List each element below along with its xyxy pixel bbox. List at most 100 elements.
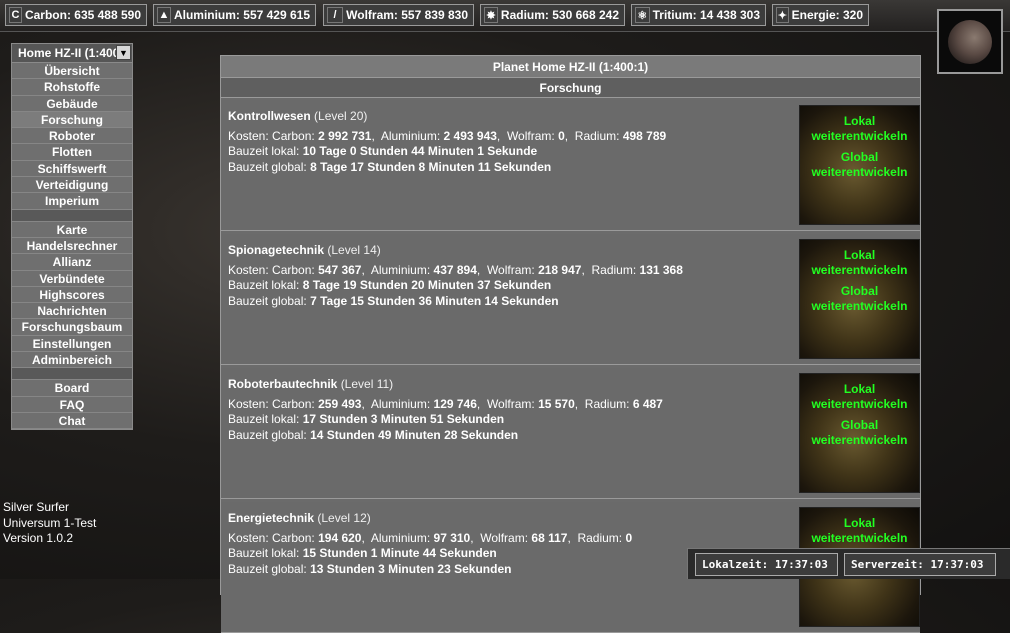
research-level: (Level 11): [340, 377, 394, 391]
wolfram-label: Wolfram:: [480, 530, 529, 545]
upgrade-global-link[interactable]: Globalweiterentwickeln: [811, 418, 907, 448]
research-name: Energietechnik: [228, 511, 315, 525]
cost-label: Kosten:: [228, 128, 269, 143]
chevron-down-icon[interactable]: ▼: [116, 45, 131, 60]
wolfram-cost: 15 570: [538, 396, 575, 411]
wolfram-cost: 218 947: [538, 262, 582, 277]
planet-select-value: Home HZ-II (1:400: [18, 46, 120, 60]
aluminium-label: Aluminium:: [370, 396, 431, 411]
wolfram-label: Wolfram:: [506, 128, 555, 143]
resource-carbon-label: Carbon: 635 488 590: [24, 8, 141, 22]
sidebar-divider: [12, 209, 132, 222]
build-time-local-label: Bauzeit lokal:: [228, 278, 300, 292]
cost-label: Kosten:: [228, 262, 269, 277]
sidebar-item-board[interactable]: Board: [12, 380, 132, 397]
build-time-global: 8 Tage 17 Stunden 8 Minuten 11 Sekunden: [310, 159, 552, 174]
research-level: (Level 14): [327, 243, 381, 257]
sidebar-item-forschungsbaum[interactable]: Forschungsbaum: [12, 319, 132, 336]
resource-aluminium-label: Aluminium: 557 429 615: [173, 8, 310, 22]
research-name: Roboterbautechnik: [228, 377, 338, 391]
build-time-global: 7 Tage 15 Stunden 36 Minuten 14 Sekunden: [310, 293, 559, 308]
build-time-global-label: Bauzeit global:: [228, 561, 307, 576]
radium-cost: 131 368: [639, 262, 683, 277]
sidebar-item-karte[interactable]: Karte: [12, 222, 132, 238]
resource-carbon: C Carbon: 635 488 590: [5, 4, 147, 26]
version-label: Version 1.0.2: [3, 531, 74, 545]
aluminium-cost: 437 894: [433, 262, 477, 277]
upgrade-local-link[interactable]: Lokal weiterentwickeln: [811, 114, 907, 144]
research-panel: Planet Home HZ-II (1:400:1) Forschung Ko…: [220, 55, 921, 633]
sidebar-item-handelsrechner[interactable]: Handelsrechner: [12, 238, 132, 255]
aluminium-label: Aluminium:: [370, 530, 431, 545]
cost-label: Kosten:: [228, 530, 269, 545]
resource-aluminium: ▲ Aluminium: 557 429 615: [153, 4, 316, 26]
resource-radium-label: Radium: 530 668 242: [500, 8, 619, 22]
upgrade-local-link[interactable]: Lokal weiterentwickeln: [811, 248, 907, 278]
sidebar-item-verteidigung[interactable]: Verteidigung: [12, 177, 132, 194]
research-info: Energietechnik (Level 12) Kosten: Carbon…: [228, 511, 633, 576]
sidebar-item-uebersicht[interactable]: Übersicht: [12, 63, 132, 80]
resource-energie-label: Energie: 320: [791, 8, 863, 22]
build-time-local: 17 Stunden 3 Minuten 51 Sekunden: [302, 412, 505, 426]
aluminium-cost: 97 310: [433, 530, 471, 545]
research-item: Spionagetechnik (Level 14) Kosten: Carbo…: [221, 234, 920, 365]
sidebar-item-gebaeude[interactable]: Gebäude: [12, 96, 132, 112]
upgrade-global-link[interactable]: Globalweiterentwickeln: [811, 150, 907, 180]
upgrade-local-link[interactable]: Lokal weiterentwickeln: [811, 516, 907, 546]
sidebar-item-flotten[interactable]: Flotten: [12, 144, 132, 161]
tritium-icon: ⚛: [635, 7, 650, 23]
radium-label: Radium:: [577, 530, 623, 545]
planet-select[interactable]: Home HZ-II (1:400 ▼: [12, 44, 132, 63]
sidebar-item-faq[interactable]: FAQ: [12, 397, 132, 413]
upgrade-local-link[interactable]: Lokal weiterentwickeln: [811, 382, 907, 412]
resource-energie: ✦ Energie: 320: [772, 4, 869, 26]
sidebar-item-imperium[interactable]: Imperium: [12, 193, 132, 210]
resource-wolfram-label: Wolfram: 557 839 830: [346, 8, 468, 22]
resource-tritium-label: Tritium: 14 438 303: [652, 8, 760, 22]
build-time-local-label: Bauzeit lokal:: [228, 144, 300, 158]
aluminium-cost: 2 493 943: [443, 128, 497, 143]
user-name: Silver Surfer: [3, 500, 70, 514]
local-time: Lokalzeit: 17:37:03: [695, 553, 838, 576]
research-name: Spionagetechnik: [228, 243, 325, 257]
aluminium-label: Aluminium:: [380, 128, 441, 143]
build-time-local-label: Bauzeit lokal:: [228, 412, 300, 426]
energie-icon: ✦: [776, 7, 789, 23]
carbon-label: Carbon:: [272, 262, 315, 277]
build-time-local: 15 Stunden 1 Minute 44 Sekunden: [302, 546, 497, 560]
sidebar-item-allianz[interactable]: Allianz: [12, 254, 132, 271]
wolfram-label: Wolfram:: [486, 396, 535, 411]
planet-image: [948, 19, 992, 64]
radium-label: Radium:: [574, 128, 620, 143]
carbon-cost: 194 620: [318, 530, 362, 545]
wolfram-cost: 0: [558, 128, 565, 143]
research-level: (Level 12): [317, 511, 371, 525]
upgrade-global-link[interactable]: Globalweiterentwickeln: [811, 284, 907, 314]
sidebar-item-highscores[interactable]: Highscores: [12, 287, 132, 304]
wolfram-label: Wolfram:: [486, 262, 535, 277]
resource-bar: C Carbon: 635 488 590 ▲ Aluminium: 557 4…: [0, 0, 1010, 32]
sidebar-item-rohstoffe[interactable]: Rohstoffe: [12, 79, 132, 96]
sidebar-item-verbuendete[interactable]: Verbündete: [12, 271, 132, 287]
planet-thumbnail[interactable]: [937, 9, 1003, 74]
research-info: Spionagetechnik (Level 14) Kosten: Carbo…: [228, 243, 683, 308]
build-time-local-label: Bauzeit lokal:: [228, 546, 300, 560]
radium-cost: 6 487: [632, 396, 663, 411]
research-info: Kontrollwesen (Level 20) Kosten: Carbon:…: [228, 109, 667, 174]
resource-radium: ✸ Radium: 530 668 242: [480, 4, 625, 26]
build-time-local: 8 Tage 19 Stunden 20 Minuten 37 Sekunden: [302, 278, 552, 292]
sidebar-item-adminbereich[interactable]: Adminbereich: [12, 352, 132, 369]
cost-label: Kosten:: [228, 396, 269, 411]
sidebar-item-einstellungen[interactable]: Einstellungen: [12, 336, 132, 353]
sidebar-item-nachrichten[interactable]: Nachrichten: [12, 303, 132, 320]
carbon-icon: C: [9, 7, 22, 23]
research-image: Lokalweiterentwickeln Globalweiterentwic…: [799, 239, 920, 359]
sidebar-item-roboter[interactable]: Roboter: [12, 128, 132, 145]
sidebar-item-chat[interactable]: Chat: [12, 413, 132, 430]
radium-label: Radium:: [591, 262, 637, 277]
sidebar-item-forschung[interactable]: Forschung: [12, 111, 132, 129]
sidebar-item-schiffswerft[interactable]: Schiffswerft: [12, 161, 132, 178]
section-title: Forschung: [221, 78, 920, 98]
sidebar-nav: Home HZ-II (1:400 ▼ Übersicht Rohstoffe …: [11, 43, 133, 431]
radium-cost: 498 789: [622, 128, 667, 143]
